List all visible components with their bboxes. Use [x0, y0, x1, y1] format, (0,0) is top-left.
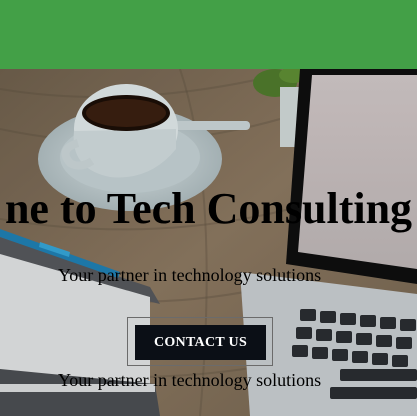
hero-subtitle-duplicate: Your partner in technology solutions [58, 370, 322, 390]
hero-subtitle: Your partner in technology solutions [58, 265, 322, 285]
header-bar [0, 0, 417, 69]
page: ne to Tech Consulting Your partner in te… [0, 0, 417, 416]
hero-title: ne to Tech Consulting [4, 184, 413, 233]
contact-us-button[interactable]: CONTACT US [135, 325, 266, 360]
hero-section: ne to Tech Consulting Your partner in te… [0, 69, 417, 416]
